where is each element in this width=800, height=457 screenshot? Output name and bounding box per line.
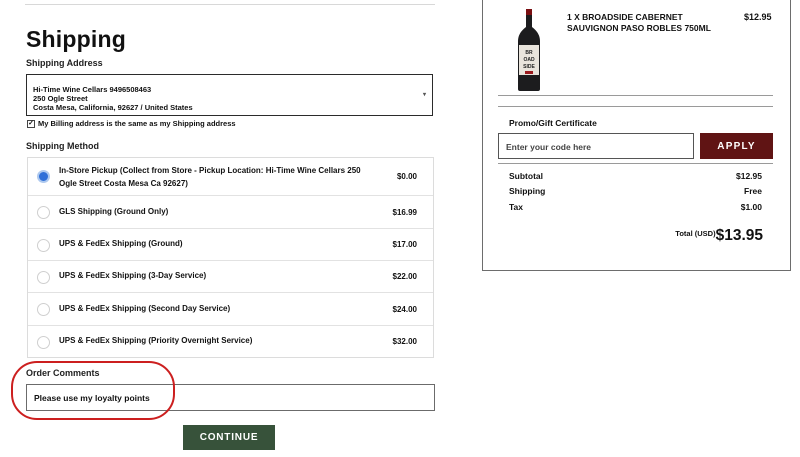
apply-button[interactable]: APPLY [700,133,773,159]
svg-text:SIDE: SIDE [523,64,535,70]
grand-total: Total (USD)$13.95 [600,227,763,245]
radio-selected-icon[interactable] [37,170,50,183]
total-value: $13.95 [715,227,763,244]
billing-same-label: My Billing address is the same as my Shi… [38,119,236,128]
shipping-option-label: GLS Shipping (Ground Only) [59,207,169,216]
address-line-1: Hi-Time Wine Cellars 9496508463 [33,85,152,94]
promo-label: Promo/Gift Certificate [509,118,597,128]
address-line-3: Costa Mesa, California, 92627 / United S… [33,103,193,112]
total-label: Total (USD) [675,229,716,238]
shipping-address-label: Shipping Address [26,58,103,68]
shipping-address-select[interactable]: Hi-Time Wine Cellars 9496508463 250 Ogle… [26,74,433,116]
svg-text:OAD: OAD [523,57,535,63]
subtotal-value: $12.95 [736,171,762,181]
address-line-2: 250 Ogle Street [33,94,88,103]
shipping-option-ups-3day[interactable]: UPS & FedEx Shipping (3-Day Service) $22… [28,261,433,293]
radio-icon[interactable] [37,206,50,219]
shipping-option-price: $24.00 [392,305,417,314]
cart-item-title: 1 X BROADSIDE CABERNET SAUVIGNON PASO RO… [567,12,711,33]
shipping-option-price: $17.00 [392,240,417,249]
shipping-option-label: UPS & FedEx Shipping (3-Day Service) [59,271,207,280]
page-title: Shipping [26,26,126,52]
shipping-option-label: UPS & FedEx Shipping (Second Day Service… [59,304,231,313]
shipping-option-gls[interactable]: GLS Shipping (Ground Only) $16.99 [28,196,433,229]
highlight-annotation [11,361,175,420]
svg-text:BR: BR [525,50,533,56]
radio-icon[interactable] [37,271,50,284]
promo-code-input[interactable]: Enter your code here [498,133,694,159]
shipping-option-ups-overnight[interactable]: UPS & FedEx Shipping (Priority Overnight… [28,326,433,359]
divider [498,163,773,164]
subtotal-label: Subtotal [509,171,543,181]
billing-same-checkbox[interactable]: ✓ [27,119,35,128]
shipping-cost-label: Shipping [509,186,546,196]
shipping-option-price: $32.00 [392,337,417,346]
shipping-option-ups-2day[interactable]: UPS & FedEx Shipping (Second Day Service… [28,293,433,326]
radio-icon[interactable] [37,336,50,349]
shipping-option-label: UPS & FedEx Shipping (Priority Overnight… [59,336,253,345]
continue-button[interactable]: CONTINUE [183,425,275,450]
shipping-option-price: $0.00 [396,172,417,181]
wine-bottle-image: BR OAD SIDE [518,9,540,91]
chevron-down-icon: ▾ [422,92,426,98]
radio-icon[interactable] [37,303,50,316]
top-divider [25,4,435,5]
shipping-cost-value: Free [744,186,762,196]
shipping-option-price: $16.99 [392,208,417,217]
shipping-option-ups-ground[interactable]: UPS & FedEx Shipping (Ground) $17.00 [28,229,433,261]
billing-same-option[interactable]: ✓ My Billing address is the same as my S… [27,119,236,128]
shipping-option-label: UPS & FedEx Shipping (Ground) [59,239,183,248]
cart-item-price: $12.95 [744,12,772,22]
radio-icon[interactable] [37,239,50,252]
shipping-option-label: In-Store Pickup (Collect from Store - Pi… [59,166,361,188]
shipping-method-label: Shipping Method [26,141,99,151]
tax-label: Tax [509,202,524,212]
divider [498,95,773,96]
shipping-option-instore[interactable]: In-Store Pickup (Collect from Store - Pi… [28,158,433,196]
shipping-option-price: $22.00 [392,272,417,281]
tax-value: $1.00 [740,202,762,212]
shipping-method-list: In-Store Pickup (Collect from Store - Pi… [27,157,434,358]
divider [498,106,773,107]
